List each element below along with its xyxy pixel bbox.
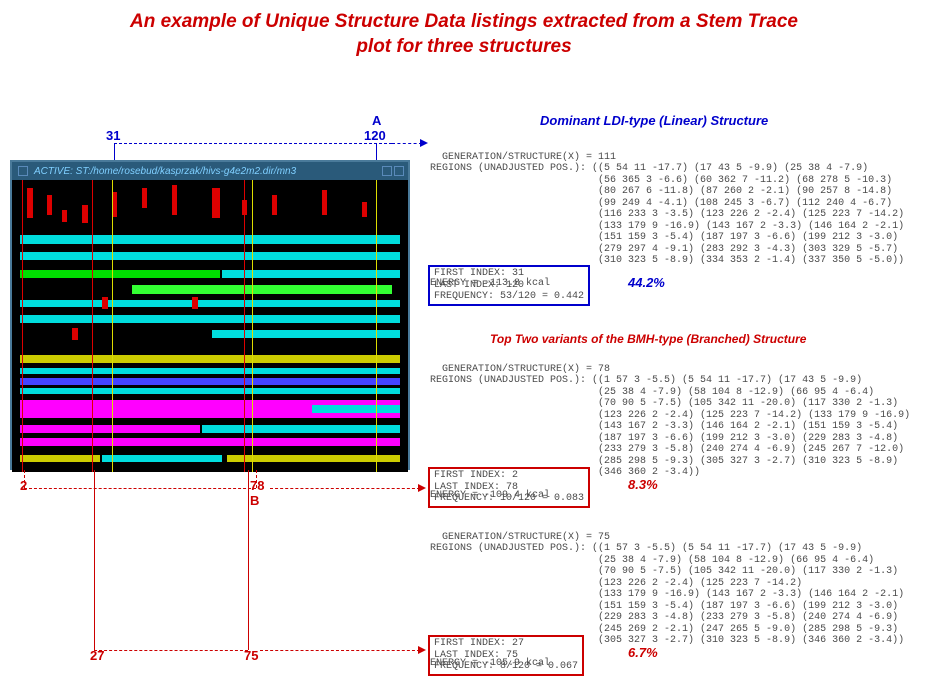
connector-27-75 xyxy=(94,650,248,651)
infobox2: FIRST INDEX: 2 LAST INDEX: 78 FREQUENCY:… xyxy=(428,467,590,508)
top-connector xyxy=(114,143,392,144)
pct3: 6.7% xyxy=(628,645,658,660)
vline-78-below xyxy=(256,470,257,488)
label-A: A xyxy=(372,113,381,128)
arrow-head-27-75 xyxy=(418,646,426,654)
section2-title: Top Two variants of the BMH-type (Branch… xyxy=(490,332,806,346)
window-button-2[interactable] xyxy=(382,166,392,176)
plot-window: ACTIVE: ST:/home/rosebud/kasprzak/hivs-g… xyxy=(10,160,410,470)
label-B: B xyxy=(250,493,259,508)
arrow-line-27-75 xyxy=(260,650,420,651)
label-78: 78 xyxy=(250,478,264,493)
plot-titlebar: ACTIVE: ST:/home/rosebud/kasprzak/hivs-g… xyxy=(12,162,408,180)
plot-vline-3 xyxy=(376,180,377,472)
plot-vline-5 xyxy=(244,180,245,472)
infobox3: FIRST INDEX: 27 LAST INDEX: 75 FREQUENCY… xyxy=(428,635,584,676)
label-31: 31 xyxy=(106,128,120,143)
plot-vline-2 xyxy=(252,180,253,472)
arrow-head-A xyxy=(420,139,428,147)
plot-vline-6 xyxy=(22,180,23,472)
section1-title: Dominant LDI-type (Linear) Structure xyxy=(540,113,768,128)
window-button-1[interactable] xyxy=(18,166,28,176)
label-120: 120 xyxy=(364,128,386,143)
arrow-line-A xyxy=(392,143,422,144)
plot-area xyxy=(12,180,408,472)
vline-75-below xyxy=(248,470,249,650)
main-title: An example of Unique Structure Data list… xyxy=(0,0,928,59)
pct1: 44.2% xyxy=(628,275,665,290)
vline-120 xyxy=(376,143,377,161)
plot-vline-4 xyxy=(92,180,93,472)
plot-vline-1 xyxy=(112,180,113,472)
arrow-head-B xyxy=(418,484,426,492)
vline-2-below xyxy=(24,470,25,488)
infobox1: FIRST INDEX: 31 LAST INDEX: 120 FREQUENC… xyxy=(428,265,590,306)
vline-31 xyxy=(114,143,115,161)
pct2: 8.3% xyxy=(628,477,658,492)
vline-27-below xyxy=(94,470,95,650)
connector-B xyxy=(24,488,256,489)
window-button-3[interactable] xyxy=(394,166,404,176)
window-title-text: ACTIVE: ST:/home/rosebud/kasprzak/hivs-g… xyxy=(34,166,296,177)
arrow-line-B xyxy=(270,488,420,489)
